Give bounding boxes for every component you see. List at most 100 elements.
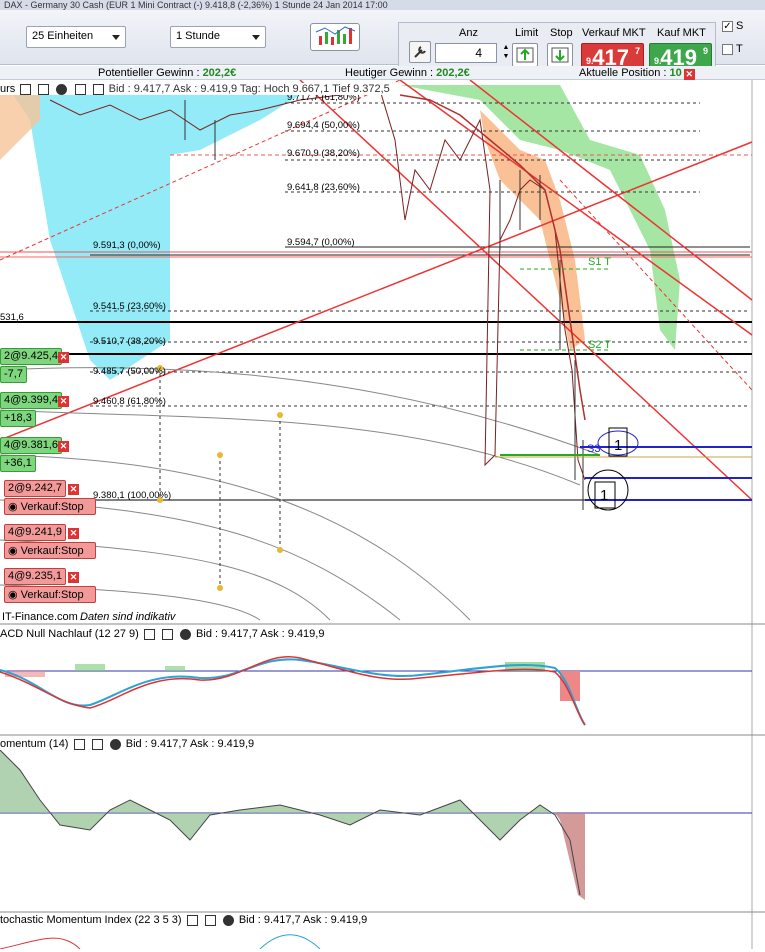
quantity-input[interactable]: 4 (435, 43, 497, 63)
stop-order-tag[interactable]: ◉ Verkauf:Stop (4, 586, 96, 603)
maximize-icon[interactable] (91, 738, 103, 750)
wrench-icon[interactable] (186, 914, 198, 926)
close-position-icon[interactable]: ✕ (683, 69, 695, 80)
order-tag[interactable]: 4@9.399,4 (0, 392, 62, 409)
potential-profit: Potentieller Gewinn : 202,2€ (98, 67, 236, 79)
momentum-bidask: Bid : 9.417,7 Ask : 9.419,9 (125, 738, 255, 750)
stoch-bidask: Bid : 9.417,7 Ask : 9.419,9 (238, 914, 368, 926)
checkbox-s[interactable]: ✓ S (722, 20, 743, 32)
close-icon[interactable]: ✕ (68, 484, 79, 495)
settings-icon[interactable] (38, 83, 50, 95)
position-label: Aktuelle Position : (579, 67, 670, 79)
sell-price-sup: 7 (634, 46, 640, 56)
stop-order-tag[interactable]: ◉ Verkauf:Stop (4, 542, 96, 559)
timeframe-dropdown[interactable]: 1 Stunde (170, 26, 266, 48)
chevron-down-icon (252, 35, 260, 40)
checkbox-s-box[interactable]: ✓ (722, 20, 733, 32)
macd-title: ACD Null Nachlauf (12 27 9) (0, 628, 139, 640)
potential-value: 202,2€ (202, 67, 237, 79)
macd-header: ACD Null Nachlauf (12 27 9) Bid : 9.417,… (0, 628, 329, 640)
order-tag-label: 2@9.425,4 (4, 350, 58, 362)
order-tag[interactable]: +36,1 (0, 455, 36, 472)
maximize-icon[interactable] (161, 628, 173, 640)
close-icon[interactable]: ✕ (58, 396, 69, 407)
today-value: 202,2€ (436, 67, 470, 79)
quantity-stepper[interactable]: ▲ ▼ (501, 43, 511, 63)
close-icon[interactable] (56, 83, 68, 95)
s1-label: S1 T (588, 256, 611, 268)
window-title: DAX - Germany 30 Cash (EUR 1 Mini Contra… (0, 0, 765, 10)
order-tag-label: Verkauf:Stop (20, 545, 84, 557)
order-tag-label: 4@9.241,9 (8, 526, 62, 538)
chart-type-button[interactable] (310, 23, 360, 51)
position-value: 10 (669, 67, 682, 79)
order-tag-label: 2@9.242,7 (8, 482, 62, 494)
order-tag-label: +36,1 (4, 457, 32, 469)
fib-label-2: 9.670,9 (38,20%) (287, 148, 360, 159)
fib-label-7: 9.510,7 (38,20%) (93, 336, 166, 347)
checkbox-t[interactable]: T (722, 43, 743, 55)
stop-icon (551, 47, 569, 63)
checkbox-s-label: S (736, 20, 744, 32)
fib-label-5: 9.591,3 (0,00%) (93, 240, 161, 251)
order-tag-label: 4@9.235,1 (8, 570, 62, 582)
close-icon[interactable]: ✕ (58, 441, 69, 452)
fib-label-9: 9.460,8 (61,80%) (93, 396, 166, 407)
wrench-icon[interactable] (73, 738, 85, 750)
maximize-icon[interactable] (204, 914, 216, 926)
potential-label: Potentieller Gewinn : (98, 67, 203, 79)
order-tag[interactable]: +18,3 (0, 410, 36, 427)
buy-price-sup: 9 (702, 46, 708, 56)
box-2-label: 1 (600, 487, 608, 504)
today-profit: Heutiger Gewinn : 202,2€ (345, 67, 470, 79)
chart-icon (315, 26, 356, 45)
stop-order-tag[interactable]: ◉ Verkauf:Stop (4, 498, 96, 515)
box-1-label: 1 (614, 437, 622, 454)
order-tag-label: Verkauf:Stop (20, 501, 84, 513)
watermark: IT-Finance.com (2, 611, 78, 623)
order-tag[interactable]: 4@9.235,1 (4, 568, 66, 585)
units-dropdown-value: 25 Einheiten (32, 30, 94, 42)
units-dropdown[interactable]: 25 Einheiten (26, 26, 126, 48)
close-icon[interactable]: ✕ (58, 352, 69, 363)
chart-area: 1 1 9.717,7 (61,80%) 9.694,4 (50,00%) 9.… (0, 79, 765, 950)
momentum-title: omentum (14) (0, 738, 69, 750)
limit-button[interactable] (512, 43, 538, 67)
close-icon[interactable] (109, 738, 121, 750)
s2-label: S2 T (588, 339, 611, 351)
fib-label-4: 9.594,7 (0,00%) (287, 237, 355, 248)
macd-bidask: Bid : 9.417,7 Ask : 9.419,9 (196, 628, 325, 640)
fib-label-3: 9.641,8 (23,60%) (287, 182, 360, 193)
order-tag[interactable]: 4@9.241,9 (4, 524, 66, 541)
close-icon[interactable]: ✕ (68, 528, 79, 539)
order-tag[interactable]: -7,7 (0, 366, 27, 383)
limit-label: Limit (515, 27, 539, 39)
limit-icon (516, 47, 534, 63)
wrench-icon[interactable] (143, 628, 155, 640)
order-tag-label: 4@9.381,6 (4, 439, 58, 451)
arrow-down-icon[interactable] (92, 83, 104, 95)
close-icon[interactable]: ✕ (68, 572, 79, 583)
momentum-header: omentum (14) Bid : 9.417,7 Ask : 9.419,9 (0, 738, 259, 750)
order-tag-label: Verkauf:Stop (20, 589, 84, 601)
wrench-icon[interactable] (409, 41, 431, 63)
order-tag[interactable]: 2@9.242,7 (4, 480, 66, 497)
trade-panel: Anz 4 ▲ ▼ Limit Stop Verkauf MKT Kauf MKT… (398, 22, 716, 72)
fib-label-8: 9.485,7 (50,00%) (93, 366, 166, 377)
checkbox-t-label: T (736, 43, 743, 55)
wrench-icon[interactable] (20, 83, 32, 95)
stop-button[interactable] (547, 43, 573, 67)
close-icon[interactable] (179, 628, 191, 640)
indicative-note: Daten sind indikativ (80, 611, 177, 623)
anz-label: Anz (459, 27, 478, 39)
current-position: Aktuelle Position : 10 ✕ (579, 67, 695, 80)
close-icon[interactable] (222, 914, 234, 926)
order-tag[interactable]: 2@9.425,4 (0, 348, 62, 365)
main-chart-label: urs (0, 83, 16, 95)
status-bar: Potentieller Gewinn : 202,2€ Heutiger Ge… (0, 66, 765, 80)
checkbox-t-box[interactable] (722, 43, 733, 55)
timeframe-dropdown-value: 1 Stunde (176, 30, 221, 42)
chart-canvas[interactable]: 1 1 9.717,7 (61,80%) 9.694,4 (50,00%) 9.… (0, 79, 765, 950)
arrow-up-icon[interactable] (74, 83, 86, 95)
order-tag[interactable]: 4@9.381,6 (0, 437, 62, 454)
